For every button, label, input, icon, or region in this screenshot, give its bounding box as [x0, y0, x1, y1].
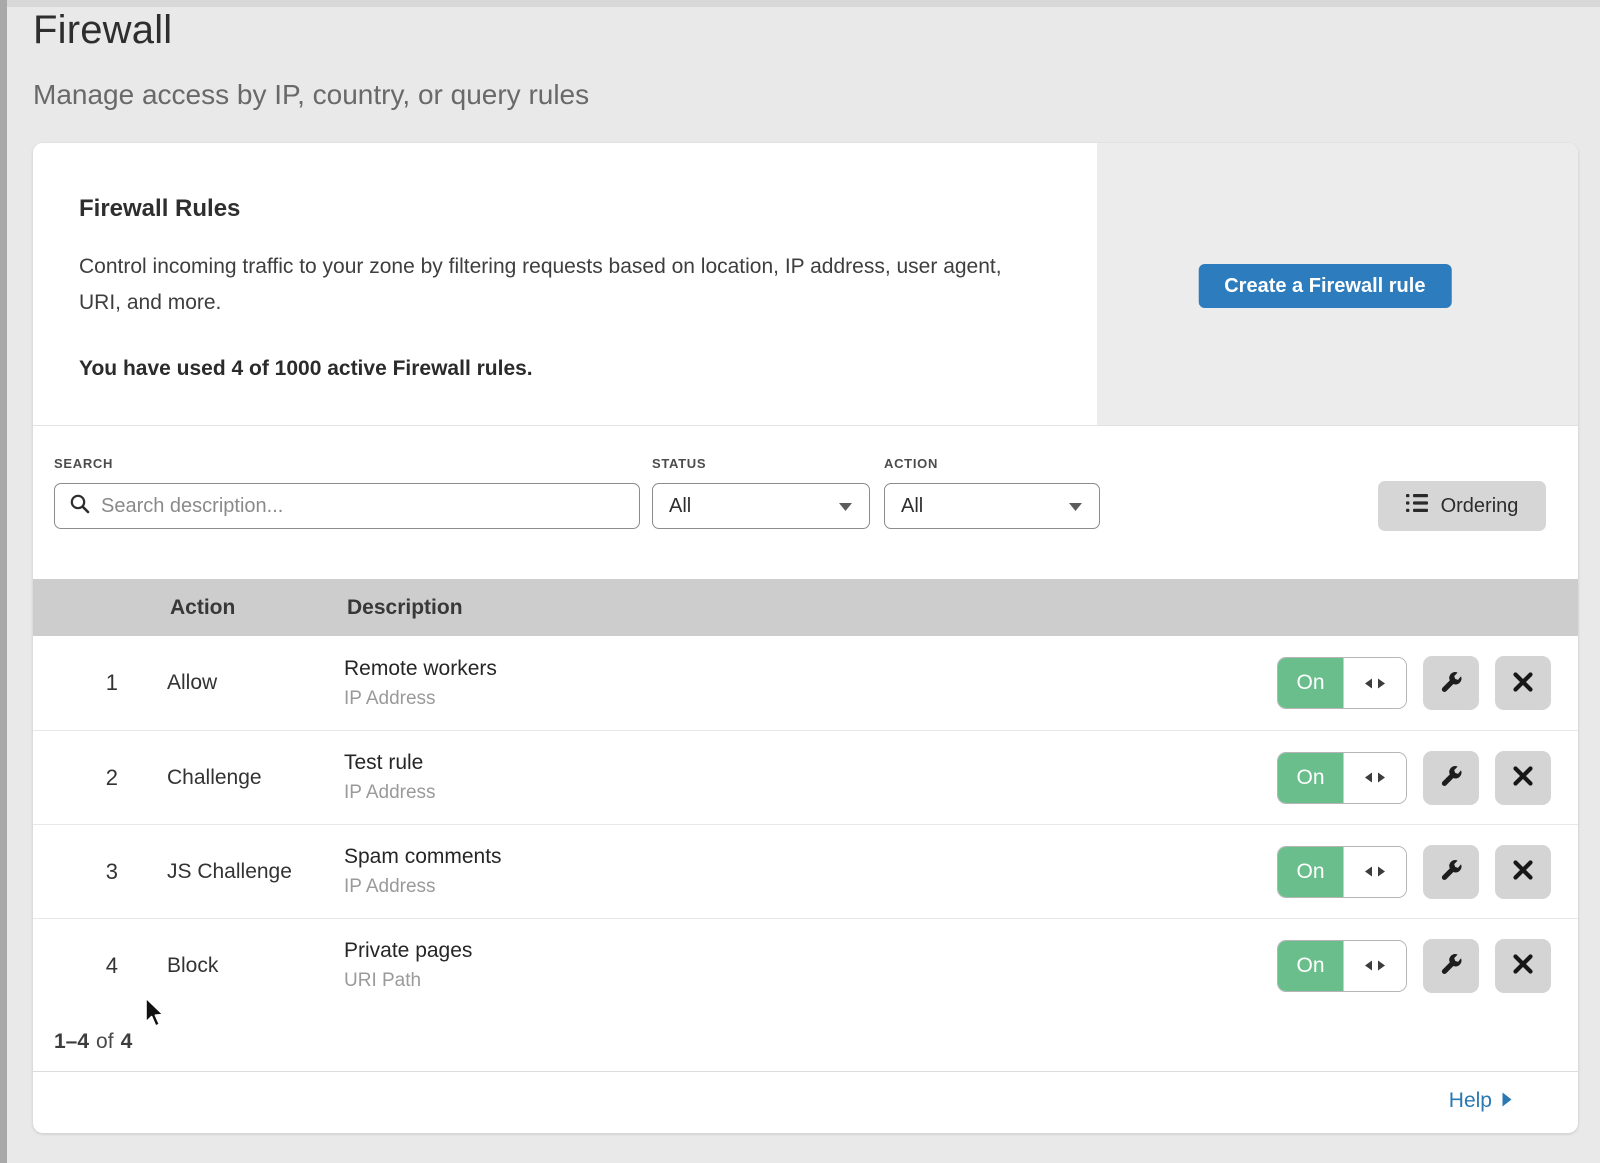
rule-description: Private pages URI Path: [344, 939, 472, 992]
create-rule-panel: Create a Firewall rule: [1097, 143, 1578, 425]
rule-action: JS Challenge: [167, 860, 344, 884]
close-icon: [1512, 671, 1534, 696]
triangle-right-icon: [1502, 1089, 1512, 1113]
status-label: STATUS: [652, 456, 706, 471]
pagination-range: 1–4: [54, 1030, 89, 1054]
rule-description-title: Test rule: [344, 751, 436, 775]
wrench-icon: [1439, 670, 1463, 697]
rule-priority: 3: [33, 859, 118, 885]
rule-match-type: IP Address: [344, 688, 497, 710]
page-header: Firewall Manage access by IP, country, o…: [33, 8, 589, 111]
page-title: Firewall: [33, 8, 589, 53]
rule-enabled-toggle[interactable]: On: [1277, 657, 1407, 709]
toggle-handle-icon: [1343, 658, 1406, 708]
rule-match-type: IP Address: [344, 782, 436, 804]
rule-enabled-toggle[interactable]: On: [1277, 846, 1407, 898]
rule-description-title: Spam comments: [344, 845, 502, 869]
rule-action: Block: [167, 954, 344, 978]
window-top-edge: [7, 0, 1600, 7]
help-link[interactable]: Help: [1449, 1089, 1512, 1113]
rule-controls: On: [1277, 939, 1578, 993]
rule-action: Allow: [167, 671, 344, 695]
search-input-wrapper: [54, 483, 640, 529]
ordering-button-label: Ordering: [1441, 495, 1519, 518]
rule-priority: 4: [33, 953, 118, 979]
column-header-action: Action: [170, 596, 347, 620]
rule-controls: On: [1277, 751, 1578, 805]
status-select[interactable]: All: [652, 483, 870, 529]
column-header-description: Description: [347, 596, 463, 620]
ordering-button[interactable]: Ordering: [1378, 481, 1546, 531]
edit-rule-button[interactable]: [1423, 751, 1479, 805]
toggle-on-label: On: [1278, 941, 1343, 991]
rule-priority: 1: [33, 670, 118, 696]
rule-enabled-toggle[interactable]: On: [1277, 940, 1407, 992]
rule-description-title: Private pages: [344, 939, 472, 963]
toggle-handle-icon: [1343, 847, 1406, 897]
wrench-icon: [1439, 764, 1463, 791]
close-icon: [1512, 953, 1534, 978]
rule-enabled-toggle[interactable]: On: [1277, 752, 1407, 804]
list-icon: [1406, 494, 1428, 518]
intro-panel: Firewall Rules Control incoming traffic …: [33, 143, 1097, 425]
page-subtitle: Manage access by IP, country, or query r…: [33, 79, 589, 111]
rule-description: Spam comments IP Address: [344, 845, 502, 898]
toggle-handle-icon: [1343, 941, 1406, 991]
edit-rule-button[interactable]: [1423, 656, 1479, 710]
toggle-on-label: On: [1278, 658, 1343, 708]
chevron-down-icon: [838, 495, 853, 518]
table-row: 3 JS Challenge Spam comments IP Address …: [33, 824, 1578, 918]
toggle-on-label: On: [1278, 753, 1343, 803]
create-firewall-rule-button[interactable]: Create a Firewall rule: [1198, 264, 1451, 308]
usage-note: You have used 4 of 1000 active Firewall …: [79, 357, 1037, 381]
pagination-total: 4: [121, 1030, 133, 1054]
table-row: 4 Block Private pages URI Path On: [33, 918, 1578, 1012]
delete-rule-button[interactable]: [1495, 845, 1551, 899]
wrench-icon: [1439, 952, 1463, 979]
chevron-down-icon: [1068, 495, 1083, 518]
rule-description: Remote workers IP Address: [344, 657, 497, 710]
rule-description: Test rule IP Address: [344, 751, 436, 804]
search-label: SEARCH: [54, 456, 113, 471]
table-row: 1 Allow Remote workers IP Address On: [33, 636, 1578, 730]
action-select[interactable]: All: [884, 483, 1100, 529]
edit-rule-button[interactable]: [1423, 939, 1479, 993]
pagination: 1–4 of 4: [33, 1012, 1578, 1072]
delete-rule-button[interactable]: [1495, 656, 1551, 710]
wrench-icon: [1439, 858, 1463, 885]
table-header: Action Description: [33, 579, 1578, 636]
rule-controls: On: [1277, 845, 1578, 899]
close-icon: [1512, 859, 1534, 884]
close-icon: [1512, 765, 1534, 790]
delete-rule-button[interactable]: [1495, 751, 1551, 805]
rule-action: Challenge: [167, 766, 344, 790]
card-footer: Help: [33, 1072, 1578, 1130]
search-input[interactable]: [101, 495, 625, 518]
window-left-edge: [0, 0, 7, 1163]
card-description: Control incoming traffic to your zone by…: [79, 249, 1024, 321]
delete-rule-button[interactable]: [1495, 939, 1551, 993]
rule-controls: On: [1277, 656, 1578, 710]
action-label: ACTION: [884, 456, 938, 471]
help-link-label: Help: [1449, 1089, 1492, 1113]
edit-rule-button[interactable]: [1423, 845, 1479, 899]
action-select-value: All: [901, 495, 923, 518]
rule-priority: 2: [33, 765, 118, 791]
firewall-rules-card: Firewall Rules Control incoming traffic …: [33, 143, 1578, 1133]
rule-match-type: IP Address: [344, 876, 502, 898]
card-top-section: Firewall Rules Control incoming traffic …: [33, 143, 1578, 426]
pagination-of-label: of: [96, 1030, 114, 1054]
rule-match-type: URI Path: [344, 970, 472, 992]
rule-description-title: Remote workers: [344, 657, 497, 681]
card-heading: Firewall Rules: [79, 195, 1037, 223]
status-select-value: All: [669, 495, 691, 518]
toggle-on-label: On: [1278, 847, 1343, 897]
filters-bar: SEARCH STATUS All ACTION All Ordering: [33, 426, 1578, 579]
toggle-handle-icon: [1343, 753, 1406, 803]
search-icon: [69, 493, 90, 519]
table-row: 2 Challenge Test rule IP Address On: [33, 730, 1578, 824]
